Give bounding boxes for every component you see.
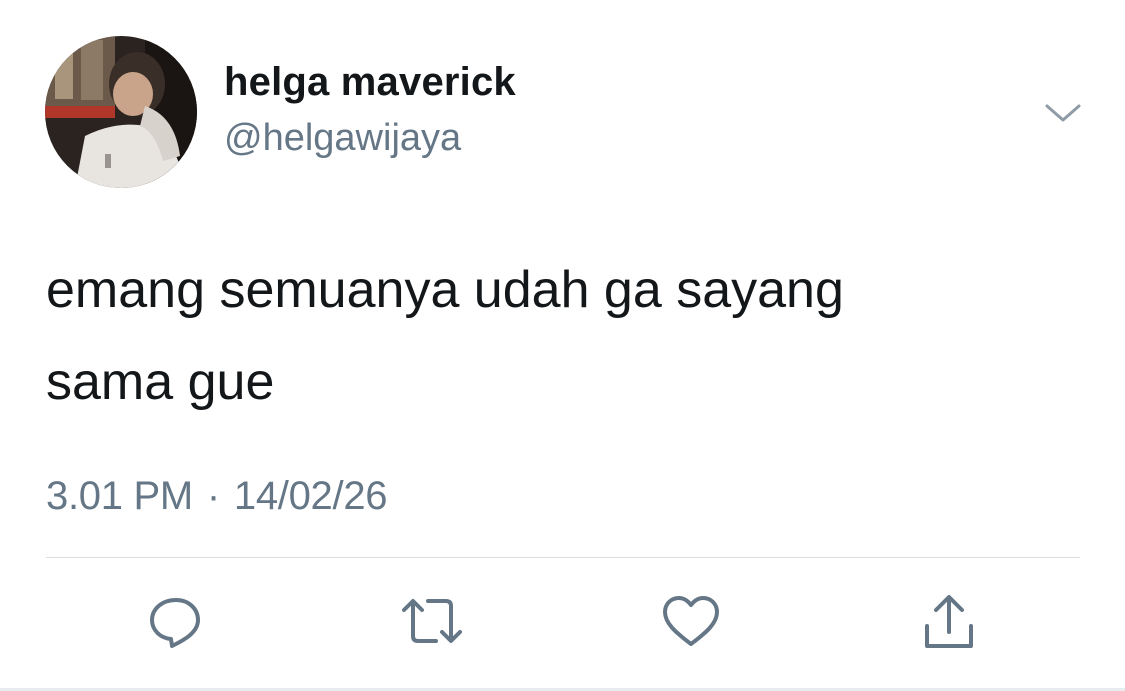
action-bar: [0, 592, 1125, 652]
tweet-card: helga maverick @helgawijaya emang semuan…: [0, 0, 1125, 691]
heart-icon[interactable]: [661, 592, 721, 652]
tweet-text: emang semuanya udah ga sayang sama gue: [46, 261, 844, 411]
avatar-photo: [45, 36, 197, 188]
tweet-time: 3.01 PM: [46, 474, 193, 518]
tweet-date: 14/02/26: [233, 474, 388, 518]
tweet-timestamp[interactable]: 3.01 PM · 14/02/26: [46, 474, 388, 519]
chevron-down-icon[interactable]: [1043, 98, 1083, 128]
share-icon[interactable]: [919, 592, 979, 652]
divider: [46, 557, 1080, 558]
display-name[interactable]: helga maverick: [224, 60, 516, 105]
timestamp-separator: ·: [206, 474, 220, 518]
reply-icon[interactable]: [146, 592, 206, 652]
avatar[interactable]: [45, 36, 197, 188]
username-handle[interactable]: @helgawijaya: [224, 117, 461, 160]
retweet-icon[interactable]: [402, 592, 462, 652]
